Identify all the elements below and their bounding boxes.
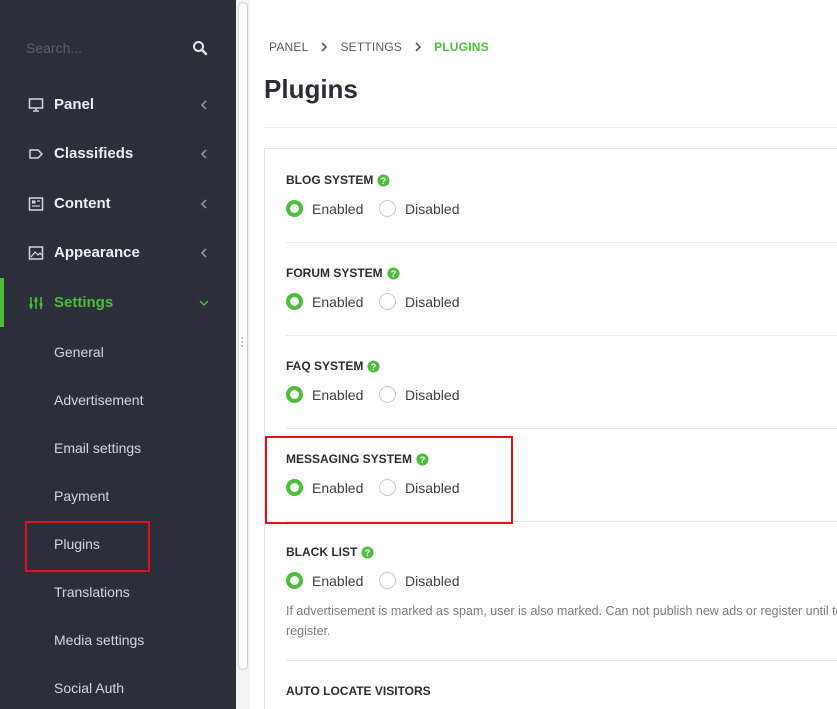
section-title: FAQ SYSTEM [286, 359, 364, 373]
section-auto-locate-visitors: AUTO LOCATE VISITORS [286, 684, 837, 709]
section-title: BLACK LIST [286, 545, 358, 559]
section-blog-system: BLOG SYSTEM ? Enabled Disabled [286, 173, 837, 233]
blog-system-disabled-radio[interactable]: Disabled [379, 200, 459, 217]
chevron-right-icon [415, 42, 422, 52]
sidebar-item-settings[interactable]: Settings [0, 278, 236, 327]
help-icon[interactable]: ? [367, 359, 380, 373]
main-content: PANEL SETTINGS PLUGINS Plugins BLOG SYST… [250, 0, 837, 709]
chevron-left-icon [200, 149, 207, 159]
svg-text:?: ? [390, 268, 396, 278]
radio-checked-icon [286, 386, 303, 403]
faq-system-enabled-radio[interactable]: Enabled [286, 386, 363, 403]
black-list-enabled-radio[interactable]: Enabled [286, 572, 363, 589]
breadcrumb-settings[interactable]: SETTINGS [340, 40, 402, 54]
sidebar-subitem-general[interactable]: General [54, 344, 104, 360]
sidebar-subitem-translations[interactable]: Translations [54, 584, 130, 600]
radio-checked-icon [286, 200, 303, 217]
search-icon[interactable] [192, 40, 208, 56]
chevron-left-icon [200, 199, 207, 209]
section-title: FORUM SYSTEM [286, 266, 383, 280]
svg-text:?: ? [371, 361, 377, 371]
svg-text:?: ? [381, 175, 387, 185]
sidebar-subitem-payment[interactable]: Payment [54, 488, 109, 504]
blog-system-enabled-radio[interactable]: Enabled [286, 200, 363, 217]
chevron-left-icon [200, 248, 207, 258]
section-faq-system: FAQ SYSTEM ? Enabled Disabled [286, 359, 837, 419]
sidebar-item-appearance[interactable]: Appearance [0, 228, 236, 277]
sidebar-item-content[interactable]: Content [0, 179, 236, 228]
sidebar-subitem-advertisement[interactable]: Advertisement [54, 392, 143, 408]
page-title: Plugins [264, 74, 358, 104]
forum-system-enabled-radio[interactable]: Enabled [286, 293, 363, 310]
chevron-left-icon [200, 100, 207, 110]
sidebar-splitter[interactable] [236, 0, 250, 709]
sidebar-item-classifieds[interactable]: Classifieds [0, 129, 236, 178]
sidebar-item-label: Settings [54, 294, 114, 311]
section-title: AUTO LOCATE VISITORS [286, 684, 431, 698]
active-indicator [0, 278, 4, 327]
forum-system-disabled-radio[interactable]: Disabled [379, 293, 459, 310]
chevron-down-icon [199, 300, 209, 307]
radio-unchecked-icon [379, 293, 396, 310]
help-icon[interactable]: ? [361, 545, 374, 559]
sidebar-search [0, 28, 236, 68]
breadcrumb: PANEL SETTINGS PLUGINS [269, 40, 489, 54]
faq-system-disabled-radio[interactable]: Disabled [379, 386, 459, 403]
title-divider [264, 127, 837, 128]
sidebar: Panel Classifieds Content Appearance [0, 0, 236, 709]
radio-checked-icon [286, 293, 303, 310]
section-title: BLOG SYSTEM [286, 173, 374, 187]
sidebar-subitem-media-settings[interactable]: Media settings [54, 632, 144, 648]
section-divider [286, 335, 837, 336]
radio-unchecked-icon [379, 386, 396, 403]
search-input[interactable] [26, 38, 176, 58]
help-icon[interactable]: ? [377, 173, 390, 187]
newspaper-icon [28, 197, 44, 211]
section-divider [286, 242, 837, 243]
tag-icon [29, 149, 43, 159]
sidebar-item-label: Appearance [54, 244, 140, 261]
radio-unchecked-icon [379, 572, 396, 589]
section-divider [286, 428, 837, 429]
plugins-highlight-box [25, 521, 150, 572]
sidebar-item-label: Content [54, 195, 111, 212]
section-divider [286, 660, 837, 661]
black-list-note: If advertisement is marked as spam, user… [286, 604, 837, 638]
breadcrumb-plugins: PLUGINS [434, 40, 489, 54]
breadcrumb-panel[interactable]: PANEL [269, 40, 308, 54]
radio-checked-icon [286, 572, 303, 589]
sidebar-item-panel[interactable]: Panel [0, 80, 236, 129]
messaging-highlight-box [265, 436, 513, 524]
image-icon [28, 246, 44, 260]
sliders-icon [29, 297, 43, 309]
help-icon[interactable]: ? [387, 266, 400, 280]
chevron-right-icon [321, 42, 328, 52]
svg-text:?: ? [365, 547, 371, 557]
black-list-disabled-radio[interactable]: Disabled [379, 572, 459, 589]
monitor-icon [28, 98, 44, 112]
sidebar-subitem-email-settings[interactable]: Email settings [54, 440, 141, 456]
section-forum-system: FORUM SYSTEM ? Enabled Disabled [286, 266, 837, 326]
sidebar-subitem-social-auth[interactable]: Social Auth [54, 680, 124, 696]
plugins-card: BLOG SYSTEM ? Enabled Disabled FORUM SYS… [264, 148, 837, 709]
sidebar-item-label: Classifieds [54, 145, 134, 162]
sidebar-item-label: Panel [54, 96, 95, 113]
grip-icon [241, 337, 243, 347]
section-black-list: BLACK LIST ? Enabled Disabled If adverti… [286, 545, 837, 645]
radio-unchecked-icon [379, 200, 396, 217]
